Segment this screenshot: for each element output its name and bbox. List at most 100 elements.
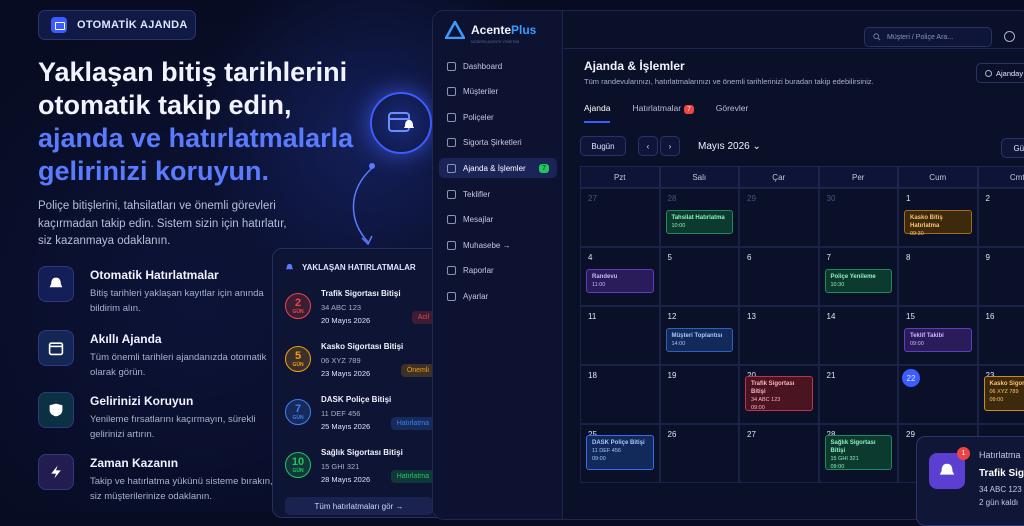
feature-desc: Tüm önemli tarihleri ajandanızda otomati… [90, 350, 278, 380]
day-view-button[interactable]: Gün [1001, 138, 1024, 158]
calendar-event[interactable]: Müşteri Toplantısı14:00 [666, 328, 734, 352]
feature-title: Zaman Kazanın [90, 456, 278, 470]
sidebar-item[interactable]: Ayarlar [439, 286, 557, 306]
search-input[interactable]: Müşteri / Poliçe Ara... [864, 27, 992, 47]
calendar-day[interactable]: 16 [978, 306, 1024, 365]
tab[interactable]: Ajanda [584, 103, 610, 123]
brand-tagline: MODERN ACENTE YÖNETİMİ [471, 40, 519, 44]
sidebar-item[interactable]: Mesajlar [439, 210, 557, 230]
day-header: Pzt [580, 166, 660, 188]
day-number: 11 [588, 312, 596, 321]
next-month-button[interactable]: › [660, 136, 680, 156]
agenda-button-label: Ajanday [996, 69, 1023, 78]
day-number: 7 [827, 253, 831, 262]
day-number: 30 [827, 194, 836, 203]
feature-text: Gelirinizi Koruyun Yenileme fırsatlarını… [90, 392, 278, 442]
days-count: 2 [295, 298, 301, 309]
calendar-day[interactable]: 5 [660, 247, 740, 306]
calendar-event[interactable]: Kasko Sigortası06 XYZ 78909:00 [984, 376, 1024, 411]
sidebar-item[interactable]: Dashboard [439, 56, 557, 76]
calendar-day[interactable]: 19 [660, 365, 740, 424]
sidebar-item[interactable]: Ajanda & İşlemler7 [439, 158, 557, 178]
calendar-event[interactable]: Teklif Takibi09:00 [904, 328, 972, 352]
page-title: Ajanda & İşlemler [584, 59, 685, 73]
calendar-day[interactable]: 18 [580, 365, 660, 424]
event-sub: 09:00 [910, 340, 966, 348]
prev-month-button[interactable]: ‹ [638, 136, 658, 156]
calendar-day[interactable]: 30 [819, 188, 899, 247]
day-number: 16 [986, 312, 995, 321]
tab[interactable]: Görevler [716, 103, 749, 123]
event-time: 09:00 [751, 404, 807, 412]
hero-line-accent: gelirinizi koruyun. [38, 155, 368, 188]
calendar-event[interactable]: DASK Poliçe Bitişi11 DEF 45609:00 [586, 435, 654, 470]
day-number: 13 [747, 312, 756, 321]
calendar-day[interactable]: 29 [739, 188, 819, 247]
calendar-day[interactable]: 14 [819, 306, 899, 365]
sidebar-item[interactable]: Sigorta Şirketleri [439, 133, 557, 153]
calendar-day[interactable]: 13 [739, 306, 819, 365]
event-sub: 10:30 [831, 281, 887, 289]
feature-title: Otomatik Hatırlatmalar [90, 268, 278, 282]
notification-item: Trafik Sigor [979, 468, 1024, 479]
reminder-date: 28 Mayıs 2026 [321, 475, 370, 484]
see-all-reminders-button[interactable]: Tüm hatırlatmaları gör → [285, 497, 433, 515]
hero-heading: Yaklaşan bitiş tarihlerini otomatik taki… [38, 56, 368, 188]
day-number: 27 [588, 194, 597, 203]
help-icon[interactable] [1004, 31, 1015, 42]
month-selector[interactable]: Mayıs 2026 ⌄ [698, 141, 761, 152]
nav-icon [447, 241, 456, 250]
day-number: 5 [668, 253, 672, 262]
calendar-day[interactable]: 27 [580, 188, 660, 247]
priority-tag: Hatırlatma [391, 470, 435, 483]
calendar-day[interactable]: 26 [660, 424, 740, 483]
event-sub: 15 GHI 321 [831, 455, 887, 463]
brand-part-accent: Plus [511, 23, 536, 37]
notification-popup[interactable]: 1 Hatırlatma Trafik Sigor 34 ABC 123 2 g… [916, 436, 1024, 526]
today-button[interactable]: Bugün [580, 136, 626, 156]
calendar-event[interactable]: Kasko Bitiş Hatırlatma09:30 [904, 210, 972, 234]
agenda-button[interactable]: Ajanday [976, 63, 1024, 83]
sidebar-item[interactable]: Muhasebe → [439, 235, 557, 255]
hero-line: otomatik takip edin, [38, 89, 368, 122]
calendar-day[interactable]: 6 [739, 247, 819, 306]
sidebar-item[interactable]: Poliçeler [439, 107, 557, 127]
calendar-event[interactable]: Tahsilat Hatırlatma10:00 [666, 210, 734, 234]
feature-desc: Yenileme fırsatlarını kaçırmayın, sürekl… [90, 412, 278, 442]
nav-label: Raporlar [463, 266, 494, 275]
feature-badge: OTOMATİK AJANDA [38, 10, 196, 40]
day-header: Per [819, 166, 899, 188]
days-count: 5 [295, 351, 301, 362]
logo-icon [445, 21, 465, 39]
day-number: 19 [668, 371, 677, 380]
reminders-title: YAKLAŞAN HATIRLATMALAR [302, 263, 416, 272]
sidebar-item[interactable]: Raporlar [439, 261, 557, 281]
calendar-day[interactable]: 21 [819, 365, 899, 424]
calendar-day[interactable]: 2 [978, 188, 1024, 247]
sidebar-item[interactable]: Müşteriler [439, 82, 557, 102]
calendar-day[interactable]: 27 [739, 424, 819, 483]
day-number: 29 [906, 430, 915, 439]
reminder-title: Trafik Sigortası Bitişi [321, 289, 401, 298]
sidebar-item[interactable]: Teklifler [439, 184, 557, 204]
reminder-date: 20 Mayıs 2026 [321, 316, 370, 325]
nav-label: Poliçeler [463, 113, 494, 122]
calendar-day[interactable]: 9 [978, 247, 1024, 306]
calendar-event[interactable]: Poliçe Yenileme10:30 [825, 269, 893, 293]
calendar-icon [51, 17, 67, 33]
calendar-event[interactable]: Trafik Sigortası Bitişi34 ABC 12309:00 [745, 376, 813, 411]
event-title: Müşteri Toplantısı [672, 332, 728, 340]
nav-count-badge: 7 [539, 164, 549, 173]
calendar-event[interactable]: Randevu11:00 [586, 269, 654, 293]
days-count: 7 [295, 404, 301, 415]
reminder-date: 25 Mayıs 2026 [321, 422, 370, 431]
calendar-day[interactable]: 22 [898, 365, 978, 424]
tab[interactable]: Hatırlatmalar7 [632, 103, 693, 123]
calendar-day[interactable]: 8 [898, 247, 978, 306]
calendar-day[interactable]: 11 [580, 306, 660, 365]
reminder-plate: 06 XYZ 789 [321, 356, 361, 365]
bell-calendar-icon [370, 92, 432, 154]
calendar-event[interactable]: Sağlık Sigortası Bitişi15 GHI 32109:00 [825, 435, 893, 470]
feature-text: Otomatik Hatırlatmalar Bitiş tarihleri y… [90, 266, 278, 316]
event-sub: 09:30 [910, 230, 966, 238]
